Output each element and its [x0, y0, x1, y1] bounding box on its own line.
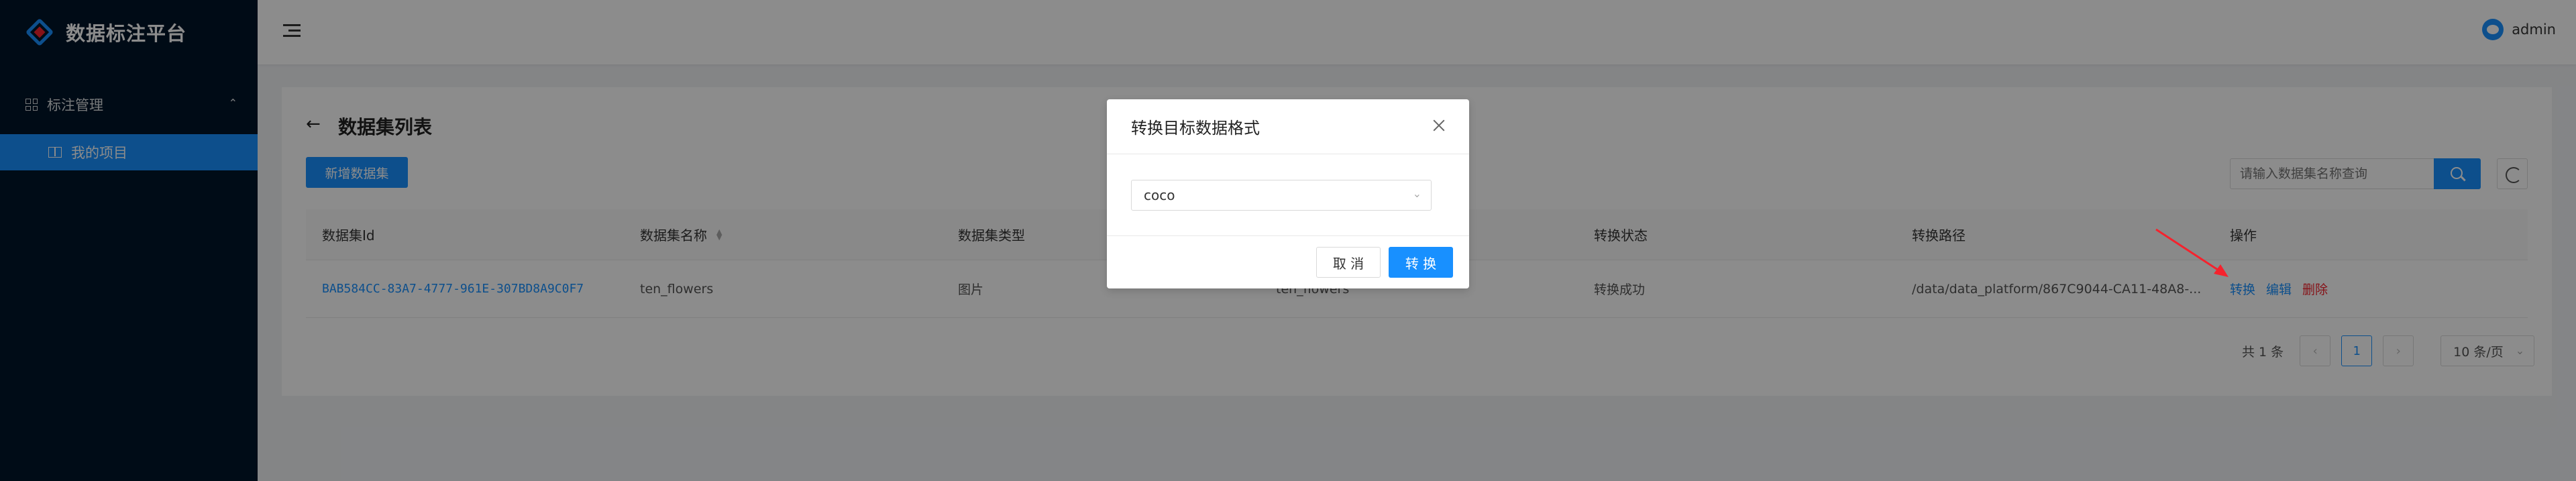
modal-title: 转换目标数据格式	[1107, 99, 1469, 154]
cancel-button[interactable]: 取 消	[1316, 247, 1381, 278]
format-select-value: coco	[1144, 187, 1175, 203]
format-select[interactable]: coco ⌄	[1131, 180, 1432, 211]
annotation-arrow-icon	[2155, 228, 2229, 277]
chevron-down-icon: ⌄	[1412, 187, 1421, 200]
convert-format-modal: 转换目标数据格式 coco ⌄ 取 消 转 换	[1107, 99, 1469, 288]
convert-button[interactable]: 转 换	[1389, 247, 1453, 278]
app-root: 数据标注平台 标注管理 ⌃ 我的项目 admin ← 数据集列表 新增数据集 请…	[0, 0, 2576, 481]
close-icon[interactable]	[1429, 115, 1449, 136]
